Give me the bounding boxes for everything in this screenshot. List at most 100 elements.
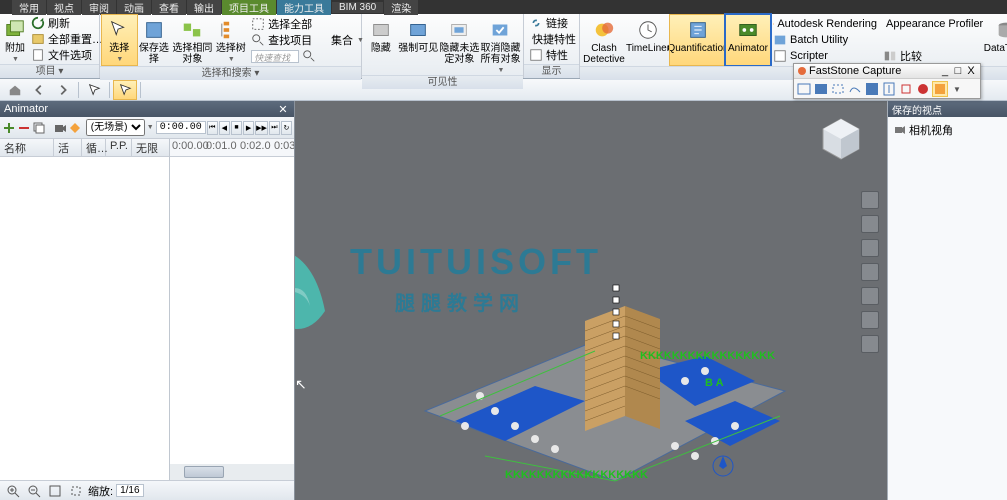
faststone-title-bar[interactable]: FastStone Capture _ □ X bbox=[794, 64, 980, 79]
play-loop-button[interactable]: ↻ bbox=[281, 121, 292, 135]
nav-look-button[interactable] bbox=[861, 263, 879, 281]
zoom-in-button[interactable] bbox=[4, 482, 22, 500]
select-button[interactable]: 选择▼ bbox=[102, 15, 137, 65]
quick-find-input[interactable]: 快速查找 bbox=[248, 48, 325, 64]
unhide-all-button[interactable]: 取消隐藏所有对象▼ bbox=[480, 15, 521, 74]
hide-unselected-button[interactable]: 隐藏未选定对象 bbox=[439, 15, 480, 74]
3d-viewport[interactable]: TUITUISOFT 腿腿教学网 bbox=[295, 101, 887, 500]
nav-walk-button[interactable] bbox=[861, 287, 879, 305]
fs-capture-fixed-button[interactable] bbox=[898, 81, 914, 97]
tab-project-tools[interactable]: 项目工具 bbox=[222, 0, 276, 15]
tab-ability[interactable]: 能力工具 bbox=[277, 0, 331, 15]
play-prev-button[interactable]: ◀ bbox=[219, 121, 230, 135]
nav-pan-button[interactable] bbox=[861, 191, 879, 209]
qa-back-button[interactable] bbox=[28, 81, 50, 99]
qa-fwd-button[interactable] bbox=[52, 81, 74, 99]
find-item-button[interactable]: 查找项目 bbox=[248, 32, 325, 48]
nav-zoom-button[interactable] bbox=[861, 215, 879, 233]
nav-more-button[interactable] bbox=[861, 335, 879, 353]
force-visible-button[interactable]: 强制可见 bbox=[398, 15, 439, 74]
tab-output[interactable]: 输出 bbox=[187, 0, 221, 15]
fs-min-button[interactable]: _ bbox=[939, 65, 951, 77]
anim-del-button[interactable] bbox=[17, 119, 31, 137]
zoom-sel-button[interactable] bbox=[67, 482, 85, 500]
select-all-button[interactable]: 选择全部 bbox=[248, 16, 325, 32]
faststone-window[interactable]: FastStone Capture _ □ X ▼ bbox=[793, 63, 981, 99]
compare-button[interactable]: 比较 bbox=[880, 48, 984, 64]
timeline-scrollbar[interactable] bbox=[170, 464, 294, 480]
sets-button[interactable]: 集合▼ bbox=[325, 32, 359, 48]
animator-icon bbox=[735, 19, 761, 41]
timeline-body[interactable] bbox=[170, 157, 294, 464]
reset-all-button[interactable]: 全部重置… bbox=[28, 31, 106, 47]
tab-bim360[interactable]: BIM 360 bbox=[332, 2, 383, 13]
animator-tree: 名称 活动 循… P.P. 无限 bbox=[0, 139, 170, 480]
select-tree-button[interactable]: 选择树▼ bbox=[214, 15, 249, 65]
play-play-button[interactable]: ▶ bbox=[243, 121, 254, 135]
fs-capture-window-button[interactable] bbox=[813, 81, 829, 97]
attach-button[interactable]: 附加▼ bbox=[2, 15, 28, 63]
scripter-button[interactable]: Scripter bbox=[770, 48, 880, 64]
fs-record-button[interactable] bbox=[915, 81, 931, 97]
file-options-button[interactable]: 文件选项 bbox=[28, 47, 106, 63]
qa-select-button[interactable] bbox=[83, 81, 105, 99]
qa-select2-button[interactable] bbox=[114, 81, 136, 99]
anim-copy-button[interactable] bbox=[32, 119, 46, 137]
nav-orbit-button[interactable] bbox=[861, 239, 879, 257]
timeline-ruler[interactable]: 0:00.00 0:01.0 0:02.0 0:03.0 bbox=[170, 139, 294, 157]
appearance-profiler-button[interactable]: Appearance Profiler bbox=[880, 16, 984, 32]
play-first-button[interactable]: ⏮ bbox=[207, 121, 218, 135]
props-button[interactable]: 特性 bbox=[526, 47, 578, 63]
animator-title-bar[interactable]: Animator ✕ bbox=[0, 101, 294, 117]
scripter-icon bbox=[773, 49, 787, 63]
anim-key-button[interactable] bbox=[68, 119, 82, 137]
link-button[interactable]: 链接 bbox=[526, 15, 578, 31]
fs-output-button[interactable] bbox=[932, 81, 948, 97]
datatools-button[interactable]: DataTools bbox=[984, 15, 1007, 65]
zoom-out-button[interactable] bbox=[25, 482, 43, 500]
tab-animation[interactable]: 动画 bbox=[117, 0, 151, 15]
play-last-button[interactable]: ⏭ bbox=[269, 121, 280, 135]
zoom-field[interactable]: 1/16 bbox=[116, 484, 143, 497]
qa-home-button[interactable] bbox=[4, 81, 26, 99]
viewpoint-item[interactable]: 相机视角 bbox=[892, 121, 1003, 139]
animator-close-button[interactable]: ✕ bbox=[276, 103, 290, 116]
fs-capture-full-button[interactable] bbox=[864, 81, 880, 97]
saved-viewpoints-body[interactable]: 相机视角 bbox=[888, 117, 1007, 500]
quantification-button[interactable]: Quantification bbox=[670, 15, 726, 65]
fs-capture-rect-button[interactable] bbox=[830, 81, 846, 97]
select-same-button[interactable]: 选择相同对象 bbox=[171, 15, 213, 65]
anim-add-button[interactable] bbox=[2, 119, 16, 137]
animator-button[interactable]: Animator bbox=[726, 15, 770, 65]
timecode-display[interactable]: 0:00.00 bbox=[156, 121, 206, 134]
batch-utility-button[interactable]: Batch Utility bbox=[770, 32, 880, 48]
hide-button[interactable]: 隐藏 bbox=[364, 15, 398, 74]
saved-viewpoints-title[interactable]: 保存的视点 bbox=[888, 101, 1007, 117]
tab-review[interactable]: 审阅 bbox=[82, 0, 116, 15]
scene-select[interactable]: (无场景) bbox=[86, 119, 145, 136]
ribbon-group-display: 链接 快捷特性 特性 显示 bbox=[524, 14, 580, 78]
quick-props-button[interactable]: 快捷特性 bbox=[526, 31, 578, 47]
timeliner-button[interactable]: TimeLiner bbox=[626, 15, 670, 65]
tab-view[interactable]: 查看 bbox=[152, 0, 186, 15]
zoom-fit-button[interactable] bbox=[46, 482, 64, 500]
tab-common[interactable]: 常用 bbox=[12, 0, 46, 15]
anim-cam-button[interactable] bbox=[53, 119, 67, 137]
fs-capture-active-button[interactable] bbox=[796, 81, 812, 97]
tab-render[interactable]: 渲染 bbox=[384, 0, 418, 15]
nav-fly-button[interactable] bbox=[861, 311, 879, 329]
viewcube[interactable] bbox=[815, 113, 867, 165]
play-stop-button[interactable]: ■ bbox=[231, 121, 242, 135]
clash-button[interactable]: Clash Detective bbox=[582, 15, 626, 65]
save-select-button[interactable]: 保存选择 bbox=[137, 15, 172, 65]
autodesk-rendering-button[interactable]: Autodesk Rendering bbox=[770, 16, 880, 32]
play-next-button[interactable]: ▶▶ bbox=[255, 121, 268, 135]
refresh-button[interactable]: 刷新 bbox=[28, 15, 106, 31]
fs-capture-freehand-button[interactable] bbox=[847, 81, 863, 97]
tab-viewpoint[interactable]: 视点 bbox=[47, 0, 81, 15]
fs-settings-button[interactable]: ▼ bbox=[949, 81, 965, 97]
fs-max-button[interactable]: □ bbox=[952, 65, 964, 77]
fs-close-button[interactable]: X bbox=[965, 65, 977, 77]
animator-tree-body[interactable] bbox=[0, 157, 169, 480]
fs-capture-scroll-button[interactable] bbox=[881, 81, 897, 97]
